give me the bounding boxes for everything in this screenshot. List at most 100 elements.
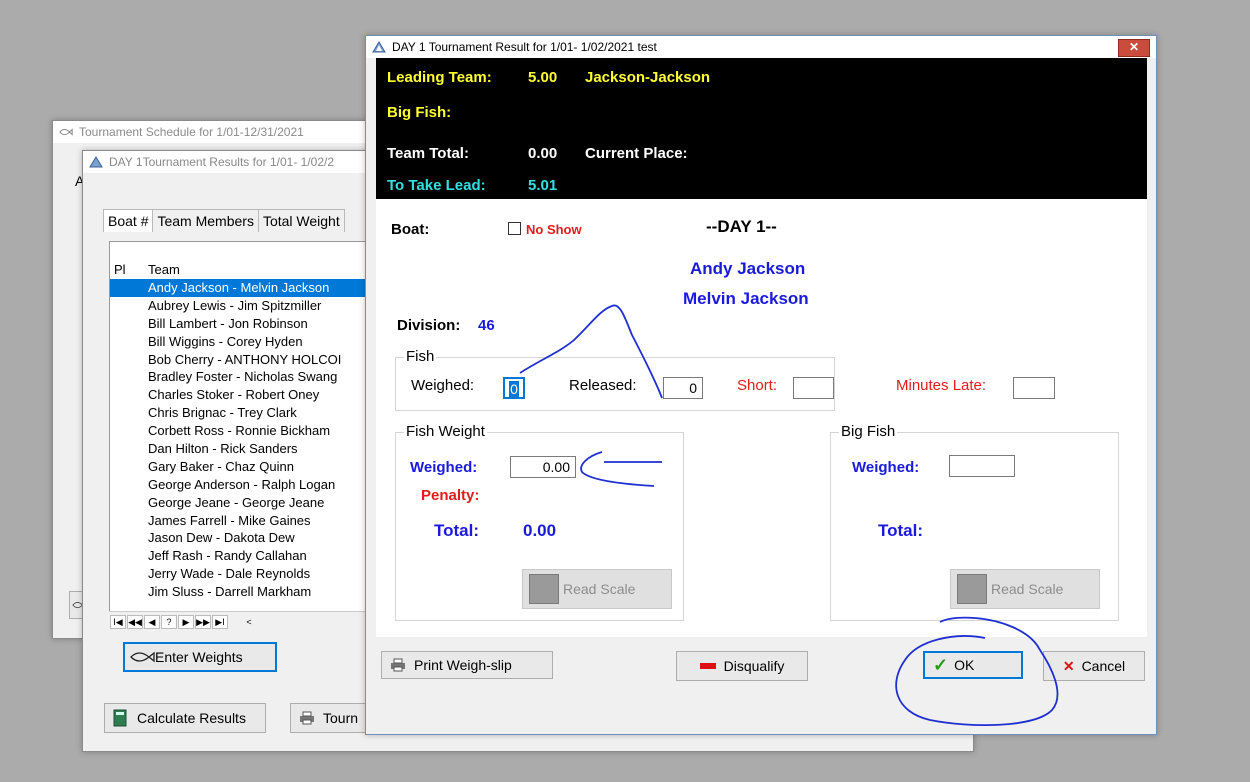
minutes-late-label: Minutes Late: [896, 377, 987, 394]
big-fish-read-scale-button[interactable]: Read Scale [950, 569, 1100, 609]
team-list[interactable]: Pl Team Andy Jackson - Melvin Jackson Aub… [109, 241, 373, 623]
team-row[interactable]: Bradley Foster - Nicholas Swang [110, 368, 372, 387]
tab-total-weight[interactable]: Total Weight [257, 209, 345, 232]
team-row[interactable]: Bill Lambert - Jon Robinson [110, 314, 372, 333]
team-rows: Andy Jackson - Melvin Jackson Aubrey Lewi… [110, 279, 372, 602]
tab-boat-number[interactable]: Boat # [103, 209, 154, 232]
enter-weights-button[interactable]: Enter Weights [123, 642, 277, 672]
read-scale-button[interactable]: Read Scale [522, 569, 672, 609]
team-total-label: Team Total: [387, 145, 469, 162]
leader-summary-panel: Leading Team: 5.00 Jackson-Jackson Big F… [376, 58, 1147, 199]
fish-weight-group-title: Fish Weight [404, 423, 487, 440]
nav-button[interactable]: ▶ [178, 615, 194, 629]
enter-weights-label: Enter Weights [155, 649, 243, 665]
leading-team-value: 5.00 [528, 69, 558, 86]
tab-team-members[interactable]: Team Members [152, 209, 259, 232]
nav-button[interactable]: ▶▶ [195, 615, 211, 629]
nav-button[interactable]: ▶I [212, 615, 228, 629]
released-label: Released: [569, 377, 637, 394]
column-place[interactable]: Pl [114, 262, 126, 277]
nav-button[interactable]: ◀◀ [127, 615, 143, 629]
leading-team-label: Leading Team: [387, 69, 492, 86]
team-row[interactable]: Charles Stoker - Robert Oney [110, 386, 372, 405]
short-input[interactable] [793, 377, 834, 399]
big-fish-read-scale-label: Read Scale [991, 581, 1064, 597]
nav-button[interactable]: I◀ [110, 615, 126, 629]
team-row[interactable]: Andy Jackson - Melvin Jackson [110, 279, 372, 297]
team-row[interactable]: Gary Baker - Chaz Quinn [110, 457, 372, 476]
fish-group-title: Fish [404, 348, 437, 365]
tournament-button[interactable]: Tourn [290, 703, 370, 733]
team-row[interactable]: Jerry Wade - Dale Reynolds [110, 565, 372, 584]
leading-team-name: Jackson-Jackson [585, 69, 711, 86]
disqualify-button[interactable]: Disqualify [676, 651, 808, 681]
day-heading: --DAY 1-- [706, 217, 777, 236]
big-fish-weight-input[interactable] [949, 455, 1015, 477]
fish-weighed-label: Weighed: [411, 377, 475, 394]
fish-weight-input[interactable]: 0.00 [510, 456, 576, 478]
team-row[interactable]: Bill Wiggins - Corey Hyden [110, 332, 372, 351]
big-fish-group-title: Big Fish [839, 423, 898, 440]
team-row[interactable]: Dan Hilton - Rick Sanders [110, 440, 372, 458]
team-row[interactable]: George Jeane - George Jeane [110, 493, 372, 512]
team-row[interactable]: Aubrey Lewis - Jim Spitzmiller [110, 296, 372, 315]
cancel-button[interactable]: ✕ Cancel [1043, 651, 1145, 681]
results-tabs: Boat # Team Members Total Weight [103, 209, 345, 232]
read-scale-label: Read Scale [563, 581, 636, 597]
app-logo-icon [89, 156, 103, 168]
print-weigh-slip-button[interactable]: Print Weigh-slip [381, 651, 553, 679]
short-label: Short: [737, 377, 778, 394]
big-fish-label: Big Fish: [387, 104, 452, 121]
column-team[interactable]: Team [148, 262, 180, 277]
team-row[interactable]: Jim Sluss - Darrell Markham [110, 583, 372, 602]
minutes-late-input[interactable] [1013, 377, 1055, 399]
team-row[interactable]: Chris Brignac - Trey Clark [110, 404, 372, 423]
fish-weight-weighed-label: Weighed: [410, 459, 478, 476]
released-input[interactable]: 0 [663, 377, 703, 399]
team-member-2: Melvin Jackson [683, 289, 809, 308]
cancel-label: Cancel [1081, 658, 1126, 674]
dialog-titlebar: DAY 1 Tournament Result for 1/01- 1/02/2… [366, 36, 1156, 58]
calculator-icon [113, 709, 127, 727]
fish-icon [59, 128, 73, 136]
fish-weighed-input[interactable]: 0 [503, 377, 525, 399]
to-take-lead-value: 5.01 [528, 177, 558, 194]
team-row[interactable]: Bob Cherry - ANTHONY HOLCOI [110, 350, 372, 369]
fish-weight-total-value: 0.00 [523, 521, 557, 540]
minus-icon [699, 663, 716, 669]
dialog-title: DAY 1 Tournament Result for 1/01- 1/02/2… [392, 40, 657, 54]
calculate-results-button[interactable]: Calculate Results [104, 703, 266, 733]
boat-label: Boat: [391, 221, 430, 238]
checkbox-box[interactable] [508, 222, 521, 235]
no-show-checkbox[interactable]: No Show [508, 222, 582, 237]
tournament-label: Tourn [323, 710, 359, 726]
team-member-1: Andy Jackson [690, 259, 806, 278]
penalty-label: Penalty: [421, 487, 480, 504]
nav-button[interactable]: ? [161, 615, 177, 629]
calculate-results-label: Calculate Results [137, 710, 246, 726]
team-row[interactable]: Corbett Ross - Ronnie Bickham [110, 422, 372, 441]
division-value: 46 [478, 317, 495, 334]
nav-button[interactable]: < [242, 616, 256, 628]
ok-button[interactable]: ✓ OK [923, 651, 1023, 679]
team-list-header: Pl Team [110, 262, 372, 278]
record-navigator: I◀ ◀◀ ◀? ▶ ▶▶ ▶I < [109, 611, 371, 632]
scale-icon [957, 574, 987, 604]
division-label: Division: [397, 317, 461, 334]
team-total-value: 0.00 [528, 145, 558, 162]
schedule-title: Tournament Schedule for 1/01-12/31/2021 [79, 125, 304, 139]
team-row[interactable]: Jason Dew - Dakota Dew [110, 529, 372, 548]
ok-label: OK [954, 657, 975, 673]
close-button[interactable]: ✕ [1118, 39, 1150, 57]
big-fish-weighed-label: Weighed: [852, 459, 920, 476]
team-row[interactable]: Jeff Rash - Randy Callahan [110, 547, 372, 566]
team-row[interactable]: James Farrell - Mike Gaines [110, 511, 372, 530]
team-row[interactable]: George Anderson - Ralph Logan [110, 475, 372, 494]
fish-scale-icon [130, 651, 155, 663]
close-icon: ✕ [1128, 40, 1140, 54]
checkmark-icon: ✓ [933, 654, 949, 675]
nav-button[interactable]: ◀ [144, 615, 160, 629]
big-fish-total-label: Total: [878, 521, 924, 540]
no-show-label: No Show [526, 222, 582, 237]
fish-weight-total-label: Total: [434, 521, 480, 540]
